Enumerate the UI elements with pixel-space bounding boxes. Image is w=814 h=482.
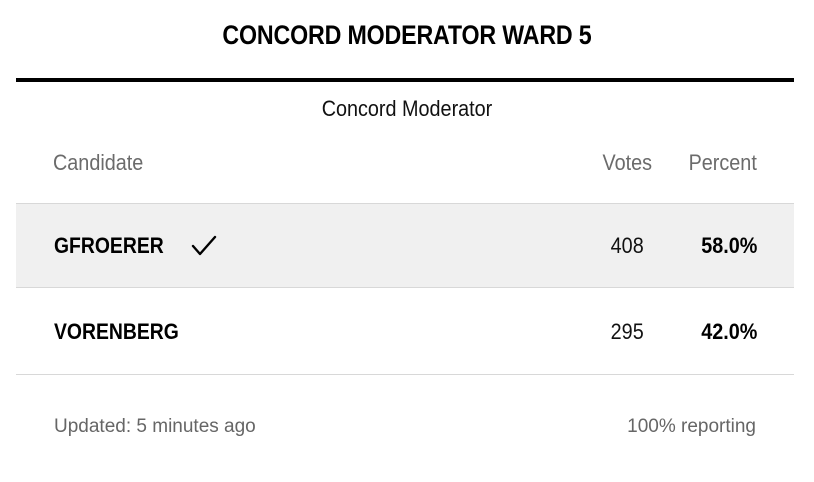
column-header-votes: Votes	[602, 150, 652, 175]
candidate-votes: 295	[610, 319, 644, 344]
candidate-percent: 58.0%	[700, 233, 757, 258]
title-divider	[16, 78, 794, 82]
candidate-votes: 408	[610, 233, 644, 258]
check-icon	[190, 234, 218, 258]
race-name: Concord Moderator	[321, 96, 493, 121]
candidate-percent: 42.0%	[700, 319, 757, 344]
column-header-candidate: Candidate	[53, 150, 144, 175]
results-title: CONCORD MODERATOR WARD 5	[222, 20, 592, 50]
updated-timestamp: Updated: 5 minutes ago	[54, 416, 256, 437]
reporting-status: 100% reporting	[627, 416, 756, 437]
candidate-row: VORENBERG 295 42.0%	[16, 290, 794, 375]
column-header-percent: Percent	[688, 150, 757, 175]
candidate-name: GFROERER	[54, 233, 164, 258]
candidate-name: VORENBERG	[54, 319, 179, 344]
candidate-row-winner: GFROERER 408 58.0%	[16, 203, 794, 288]
